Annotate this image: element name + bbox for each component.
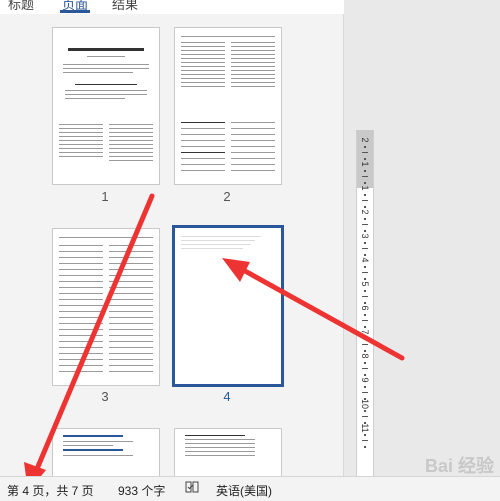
watermark: Bai 经验 [424,456,494,476]
arrow-to-page-thumbnail [222,258,405,361]
language-indicator[interactable]: 英语(美国) [216,482,272,499]
page-indicator[interactable]: 第 4 页，共 7 页 [7,482,94,499]
status-bar: 第 4 页，共 7 页 933 个字 英语(美国) [0,476,500,501]
book-check-icon[interactable] [185,480,199,497]
word-count[interactable]: 933 个字 [118,482,165,499]
arrow-to-page-status [24,193,155,492]
annotation-arrows [24,193,405,492]
